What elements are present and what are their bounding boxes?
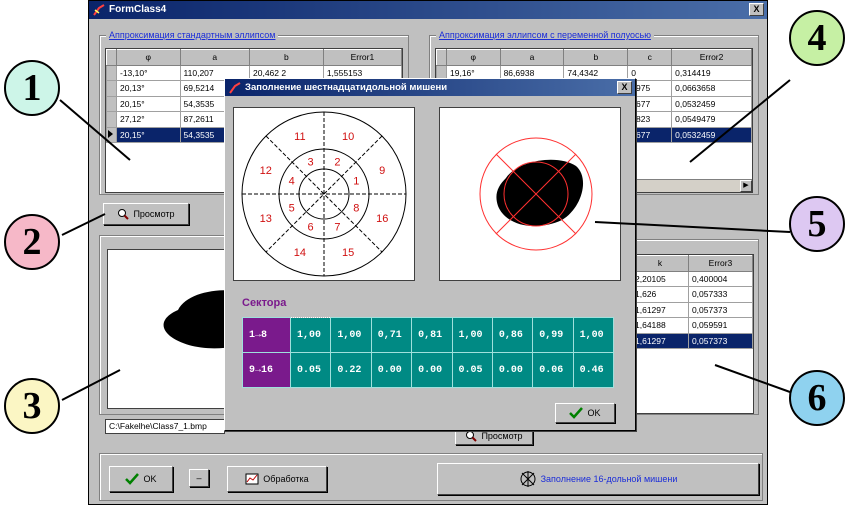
callout-3: 3	[4, 378, 60, 434]
callout-1: 1	[4, 60, 60, 116]
callout-4: 4	[789, 10, 845, 66]
callout-6: 6	[789, 370, 845, 426]
callout-lines	[59, 79, 791, 401]
callout-5: 5	[789, 196, 845, 252]
callout-2: 2	[4, 214, 60, 270]
